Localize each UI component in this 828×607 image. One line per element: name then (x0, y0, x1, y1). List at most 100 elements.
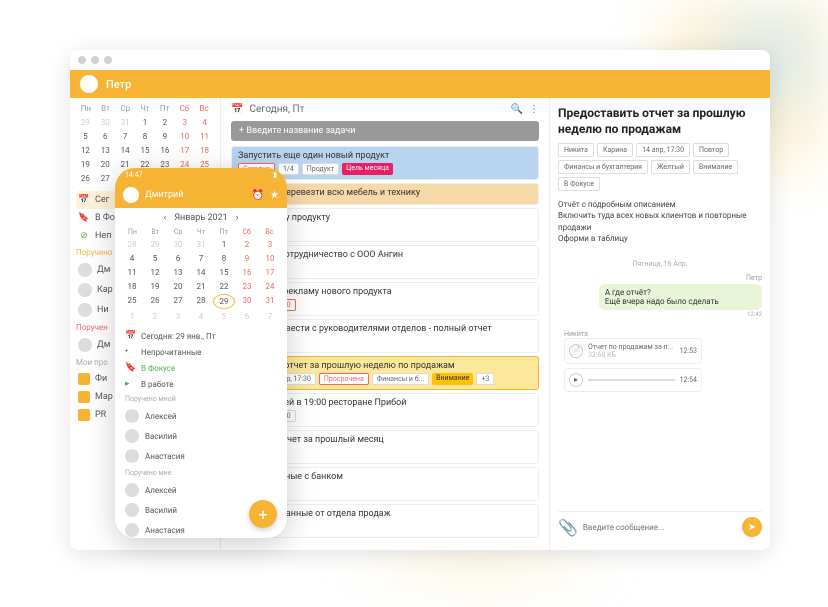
avatar[interactable] (123, 187, 139, 203)
chip[interactable]: Желтый (651, 160, 690, 174)
username: Дмитрий (145, 190, 246, 200)
person-item[interactable]: Анастасия (125, 446, 277, 466)
section-label: Поручено мной (125, 392, 277, 406)
attachment[interactable]: 📄 Отчет по продажам за п... 32:60 КБ 12:… (564, 338, 702, 364)
phone-mockup: 14:47▮ Дмитрий ⏰ ★ ‹ Январь 2021 › ПнВтС… (115, 168, 287, 538)
time: 12:53 (680, 347, 697, 355)
msg-bubble: А где отчёт?Ещё вчера надо было сделать (599, 284, 762, 310)
time: 14:47 (125, 171, 142, 179)
avatar (125, 449, 139, 463)
message-input[interactable] (583, 523, 737, 532)
msg-author: Никита (564, 330, 702, 338)
avatar (125, 483, 139, 497)
calendar-icon: 📅 (78, 194, 90, 206)
dot-icon: • (125, 347, 135, 357)
label: Дм (97, 340, 110, 350)
file-size: 32:60 КБ (588, 351, 675, 359)
chip[interactable]: Финансы и бухгалтерия (558, 160, 648, 174)
label: PR (95, 410, 106, 420)
person-item[interactable]: Алексей (125, 480, 277, 500)
label: Мар (95, 392, 113, 402)
file-icon: 📄 (569, 344, 583, 358)
star-icon[interactable]: ★ (270, 190, 279, 201)
file-name: Отчет по продажам за п... (588, 343, 675, 351)
label: В Фокусе (141, 364, 175, 373)
username: Петр (106, 78, 131, 91)
today-item[interactable]: 📅 Сегодня: 29 янв., Пт (125, 328, 277, 344)
window-titlebar (70, 50, 770, 70)
unread-item[interactable]: • Непрочитанные (125, 344, 277, 360)
avatar[interactable] (80, 75, 98, 93)
more-icon[interactable]: ⋮ (529, 104, 539, 115)
voice-message[interactable]: ▸ 12:54 (564, 368, 702, 392)
folder-icon (78, 391, 90, 403)
avatar (78, 283, 92, 297)
person-item[interactable]: Алексей (125, 406, 277, 426)
bookmark-icon: 🔖 (78, 212, 90, 224)
avatar (78, 263, 92, 277)
chat-date: Пятница, 16 Апр. (558, 260, 762, 268)
person-item[interactable]: Василий (125, 426, 277, 446)
chip[interactable]: Внимание (693, 160, 738, 174)
label: Василий (145, 506, 177, 515)
avatar (125, 429, 139, 443)
month-label: Январь 2021 (174, 213, 227, 223)
label: Непрочитанные (141, 348, 201, 357)
avatar (78, 338, 92, 352)
avatar (125, 409, 139, 423)
prev-icon[interactable]: ‹ (164, 213, 167, 223)
label: Сег (95, 195, 109, 205)
next-icon[interactable]: › (236, 213, 239, 223)
attach-icon[interactable]: 📎 (558, 518, 578, 537)
task-description: Отчёт с подробным описаниемВключить туда… (558, 199, 762, 244)
task-title: Предоставить отчет за прошлую неделю по … (558, 106, 762, 137)
unread-icon: ⊘ (78, 230, 90, 242)
folder-icon (78, 409, 90, 421)
section-label: Поручено мне (125, 466, 277, 480)
bookmark-icon: 🔖 (125, 363, 135, 373)
label: Ни (97, 305, 109, 315)
maximize-icon[interactable] (104, 56, 112, 64)
month-selector: ‹ Январь 2021 › (115, 208, 287, 228)
tag: +3 (476, 373, 494, 385)
detail-panel: Предоставить отчет за прошлую неделю по … (550, 98, 770, 550)
fab-add-button[interactable]: + (249, 500, 277, 528)
label: Фи (95, 374, 107, 384)
phone-statusbar: 14:47▮ (115, 168, 287, 182)
send-button[interactable]: ➤ (742, 517, 762, 537)
calendar-icon: 📅 (125, 331, 135, 341)
work-item[interactable]: ▸В работе (125, 376, 277, 392)
add-task-input[interactable]: + Введите название задачи (231, 121, 539, 141)
chip[interactable]: Карина (597, 143, 633, 157)
label: Сегодня: 29 янв., Пт (141, 332, 216, 341)
tag: Продукт (302, 163, 339, 175)
folder-icon (78, 373, 90, 385)
avatar (78, 303, 92, 317)
search-icon[interactable]: 🔍 (511, 104, 523, 115)
chip[interactable]: 14 апр, 17:30 (636, 143, 690, 157)
phone-header: Дмитрий ⏰ ★ (115, 182, 287, 208)
label: Дм (97, 265, 110, 275)
label: В Фо (95, 213, 115, 223)
close-icon[interactable] (78, 56, 86, 64)
chip[interactable]: В Фокусе (558, 177, 600, 191)
avatar (125, 503, 139, 517)
task-title: Запустить еще один новый продукт (238, 151, 532, 161)
msg-time: 12:42 (558, 311, 762, 318)
list-icon: 📅 (231, 104, 243, 115)
alarm-icon[interactable]: ⏰ (252, 190, 264, 201)
tag: Финансы и б... (372, 373, 429, 385)
label: В работе (141, 380, 174, 389)
label: Василий (145, 432, 177, 441)
label: Алексей (145, 412, 176, 421)
chip[interactable]: Повтор (693, 143, 729, 157)
focus-item[interactable]: 🔖 В Фокусе (125, 360, 277, 376)
placeholder: Введите название задачи (246, 126, 355, 136)
minimize-icon[interactable] (91, 56, 99, 64)
avatar (125, 523, 139, 537)
play-icon[interactable]: ▸ (569, 373, 583, 387)
chip[interactable]: Никита (558, 143, 594, 157)
tag: Цель месяца (342, 163, 393, 175)
app-header: Петр (70, 70, 770, 98)
time: 12:54 (680, 376, 697, 384)
